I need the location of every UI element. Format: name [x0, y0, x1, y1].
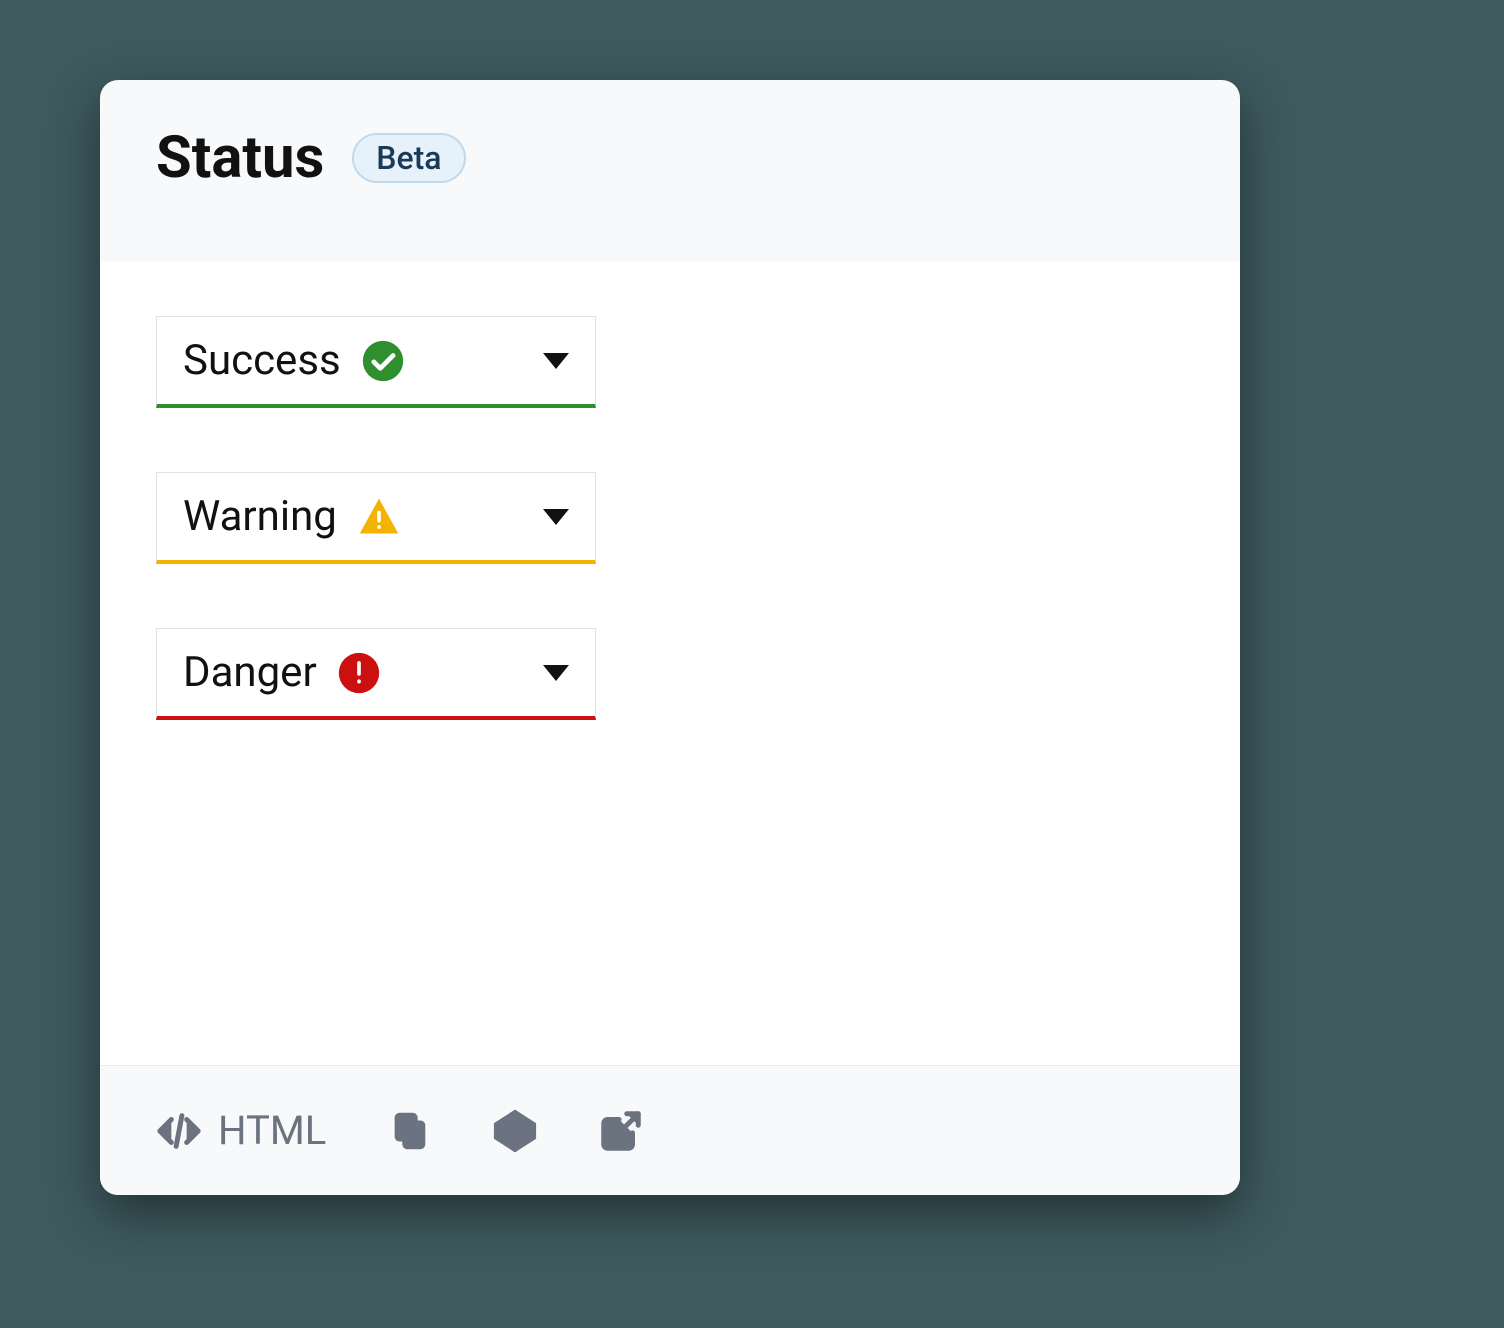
- card-footer: HTML: [100, 1065, 1240, 1195]
- status-select-danger[interactable]: Danger: [156, 628, 596, 720]
- status-label: Success: [183, 336, 341, 385]
- warning-triangle-icon: [357, 495, 401, 539]
- view-html-label: HTML: [218, 1107, 326, 1154]
- card-header: Status Beta: [100, 80, 1240, 226]
- preview-area: Success Warning Danger: [100, 262, 1240, 1065]
- copy-button[interactable]: [386, 1108, 432, 1154]
- error-circle-icon: [337, 651, 381, 695]
- status-label: Danger: [183, 648, 317, 697]
- caret-down-icon: [543, 509, 569, 525]
- external-link-icon: [598, 1108, 644, 1154]
- card-title: Status: [156, 124, 324, 192]
- status-select-success[interactable]: Success: [156, 316, 596, 408]
- component-card: Status Beta Success Warning Danger: [100, 80, 1240, 1195]
- caret-down-icon: [543, 665, 569, 681]
- caret-down-icon: [543, 353, 569, 369]
- code-icon: [156, 1108, 202, 1154]
- codepen-icon: [492, 1108, 538, 1154]
- status-select-warning[interactable]: Warning: [156, 472, 596, 564]
- copy-icon: [386, 1108, 432, 1154]
- status-label: Warning: [183, 492, 337, 541]
- view-html-button[interactable]: HTML: [156, 1107, 326, 1154]
- check-circle-icon: [361, 339, 405, 383]
- beta-badge: Beta: [352, 133, 465, 183]
- codepen-button[interactable]: [492, 1108, 538, 1154]
- open-external-button[interactable]: [598, 1108, 644, 1154]
